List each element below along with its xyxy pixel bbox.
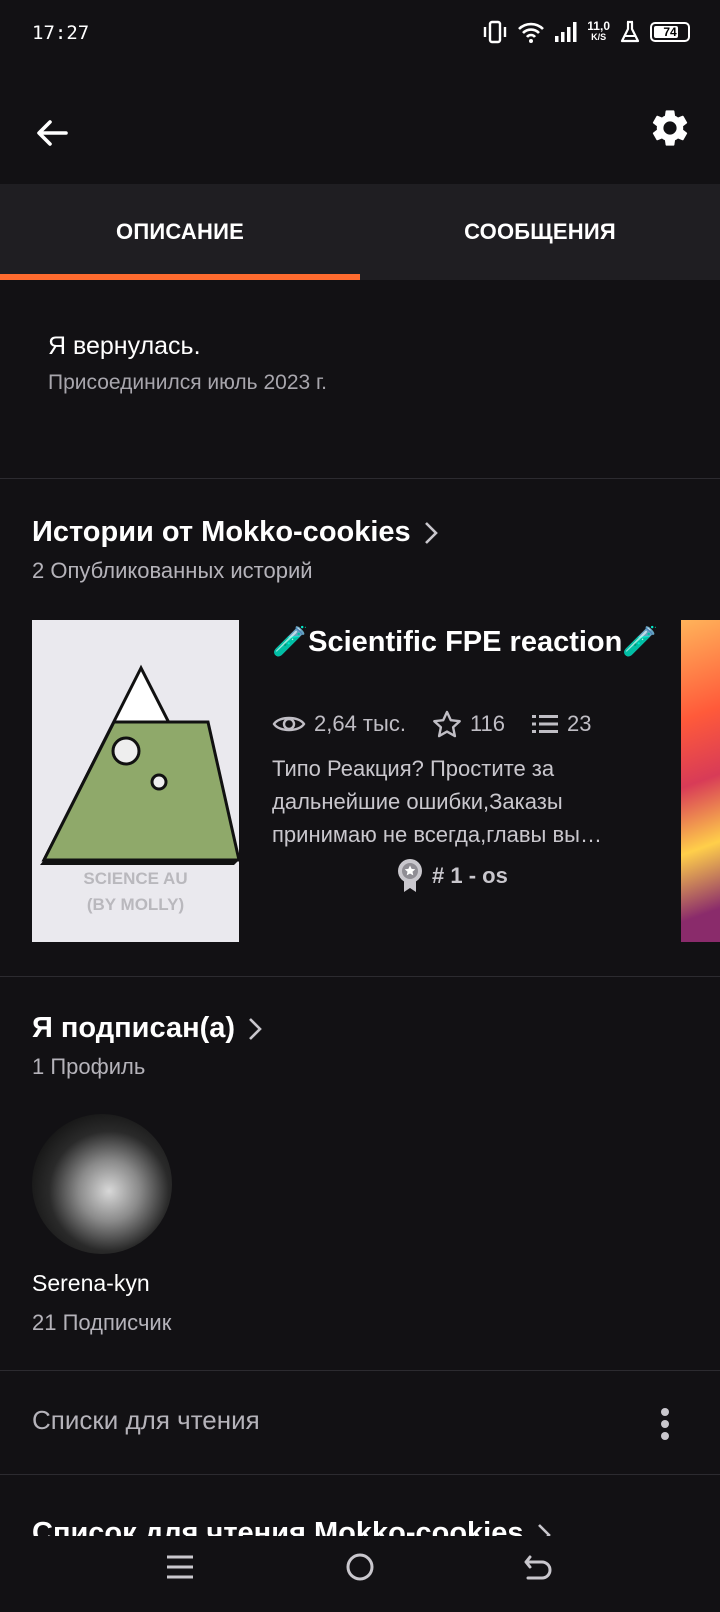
home-button[interactable] <box>330 1544 390 1594</box>
stories-title: Истории от Mokko-cookies <box>32 516 411 548</box>
status-bar: 17:27 11,0 K/S 74 <box>0 0 720 72</box>
more-options-button[interactable] <box>650 1404 680 1444</box>
avatar[interactable] <box>32 1114 172 1254</box>
system-nav-bar <box>0 1536 720 1612</box>
vibrate-icon <box>482 20 508 44</box>
back-nav-button[interactable] <box>510 1544 570 1594</box>
signal-icon <box>554 21 578 43</box>
stories-header[interactable]: Истории от Mokko-cookies <box>32 516 439 549</box>
eye-icon <box>272 716 306 732</box>
back-button[interactable] <box>32 108 82 158</box>
stories-count: 2 Опубликованных историй <box>32 558 313 583</box>
cover-caption-line1: SCIENCE AU <box>83 869 188 888</box>
votes-count: 116 <box>469 711 506 736</box>
gear-icon <box>652 110 688 146</box>
chevron-right-icon <box>424 521 438 544</box>
settings-button[interactable] <box>648 106 698 156</box>
following-title: Я подписан(а) <box>32 1012 236 1044</box>
tab-description[interactable]: ОПИСАНИЕ <box>0 184 360 280</box>
net-speed: 11,0 K/S <box>587 19 610 43</box>
rank-label: # 1 - os <box>432 863 508 888</box>
profile-followers: 21 Подписчик <box>32 1310 172 1335</box>
net-speed-unit: K/S <box>591 32 607 42</box>
active-tab-indicator <box>0 274 360 280</box>
joined-date: Присоединился июль 2023 г. <box>48 371 327 394</box>
star-icon <box>433 710 461 738</box>
parts-count: 23 <box>567 711 592 736</box>
divider <box>0 478 720 479</box>
votes-stat: 116 <box>432 710 505 738</box>
profile-about: Я вернулась. Присоединился июль 2023 г. <box>48 332 327 395</box>
home-circle-icon <box>346 1553 374 1581</box>
recent-apps-button[interactable] <box>150 1544 210 1594</box>
battery-icon: 74 <box>650 22 690 42</box>
flask-triangle-illustration <box>40 664 239 865</box>
cover-caption: SCIENCE AU (BY MOLLY) <box>32 866 239 918</box>
story-stats: 2,64 тыс. 116 23 <box>272 710 618 738</box>
following-header[interactable]: Я подписан(а) <box>32 1012 263 1045</box>
following-count: 1 Профиль <box>32 1054 146 1079</box>
wifi-icon <box>517 21 545 43</box>
ribbon-badge-icon <box>398 859 422 892</box>
divider <box>0 976 720 977</box>
story-description: Типо Реакция? Простите за дальнейшие оши… <box>272 756 602 847</box>
arrow-left-icon <box>37 120 68 146</box>
status-time: 17:27 <box>32 22 90 44</box>
profile-name[interactable]: Serena-kyn <box>32 1270 150 1297</box>
reading-lists-title: Списки для чтения <box>32 1405 260 1435</box>
top-app-bar <box>0 72 720 184</box>
chevron-right-icon <box>249 1017 262 1040</box>
menu-icon <box>167 1555 193 1579</box>
reads-count: 2,64 тыс. <box>314 711 406 736</box>
parts-stat: 23 <box>531 711 592 737</box>
divider <box>0 1370 720 1371</box>
list-icon <box>532 715 559 733</box>
story-cover[interactable]: SCIENCE AU (BY MOLLY) <box>32 620 239 942</box>
divider <box>0 1474 720 1475</box>
next-story-cover[interactable] <box>681 620 720 942</box>
profile-tabs: ОПИСАНИЕ СООБЩЕНИЯ <box>0 184 720 280</box>
net-speed-value: 11,0 <box>587 19 610 33</box>
more-vertical-icon <box>661 1408 669 1440</box>
about-text: Я вернулась. <box>48 332 201 360</box>
story-rank[interactable]: # 1 - os <box>396 858 508 894</box>
reads-stat: 2,64 тыс. <box>272 711 406 737</box>
tab-messages[interactable]: СООБЩЕНИЯ <box>360 184 720 280</box>
story-title[interactable]: 🧪Scientific FPE reaction🧪 <box>272 624 662 660</box>
back-gesture-icon <box>524 1555 552 1580</box>
status-icons: 11,0 K/S 74 <box>482 20 690 44</box>
flask-icon <box>619 20 641 44</box>
battery-percent: 74 <box>663 25 677 39</box>
cover-caption-line2: (BY MOLLY) <box>86 895 185 914</box>
